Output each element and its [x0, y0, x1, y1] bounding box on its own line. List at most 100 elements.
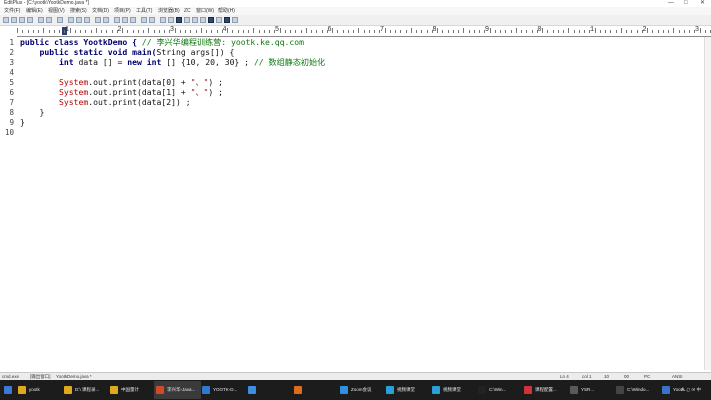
- taskbar-app-button[interactable]: 视频课堂: [430, 381, 477, 399]
- taskbar-app-button[interactable]: C:\Win...: [476, 381, 523, 399]
- browser-icon[interactable]: [208, 17, 214, 23]
- line-number-icon[interactable]: [184, 17, 190, 23]
- ruler-tick: [290, 30, 291, 33]
- open-file-icon[interactable]: [11, 17, 17, 23]
- goto-icon[interactable]: [141, 17, 147, 23]
- ruler-number: 7: [379, 26, 385, 34]
- close-button[interactable]: ✕: [700, 0, 705, 7]
- ruler-tick: [237, 30, 239, 33]
- menu-file[interactable]: 文件(F): [4, 7, 20, 15]
- ruler-tick: [447, 30, 449, 33]
- taskbar-app-button[interactable]: YOOTK-D...: [200, 381, 247, 399]
- ruler-tick: [389, 30, 391, 33]
- taskbar-app-label: 中国量计: [121, 387, 139, 392]
- ruler-tick: [395, 30, 396, 33]
- taskbar-app-button[interactable]: 视频课堂: [384, 381, 431, 399]
- ruler-tick: [452, 30, 454, 33]
- taskbar-app-button[interactable]: Yootk...: [660, 381, 707, 399]
- ruler-tick: [374, 30, 375, 33]
- ruler-number: 9: [484, 26, 490, 34]
- title-bar: EditPlus - [C:\yootk\YootkDemo.java *] —…: [0, 0, 711, 7]
- cut-icon[interactable]: [68, 17, 74, 23]
- menu-zc[interactable]: ZC: [184, 7, 191, 15]
- start-button[interactable]: [2, 381, 12, 399]
- ruler-toggle-icon[interactable]: [176, 17, 182, 23]
- save-all-icon[interactable]: [27, 17, 33, 23]
- menu-view[interactable]: 视图(V): [48, 7, 65, 15]
- taskbar-app-button[interactable]: yootk: [16, 381, 63, 399]
- paste-icon[interactable]: [84, 17, 90, 23]
- find-icon[interactable]: [114, 17, 120, 23]
- maximize-button[interactable]: □: [684, 0, 688, 7]
- ruler-tick: [363, 30, 365, 33]
- taskbar-app-button[interactable]: Zoom会议: [338, 381, 385, 399]
- ruler-tick: [557, 30, 559, 33]
- ruler-tick: [568, 28, 570, 33]
- taskbar-app-button[interactable]: 中国量计: [108, 381, 155, 399]
- help-icon[interactable]: [232, 17, 238, 23]
- word-wrap-icon[interactable]: [168, 17, 174, 23]
- zoom-icon[interactable]: [216, 17, 222, 23]
- menu-tools[interactable]: 工具(T): [136, 7, 152, 15]
- column-select-icon[interactable]: [224, 17, 230, 23]
- find-in-files-icon[interactable]: [130, 17, 136, 23]
- replace-icon[interactable]: [122, 17, 128, 23]
- taskbar-app-button[interactable]: YSR...: [568, 381, 615, 399]
- taskbar-app-button[interactable]: 课程配置...: [522, 381, 569, 399]
- menu-bar: 文件(F) 编辑(E) 视图(V) 搜索(S) 文档(D) 项目(P) 工具(T…: [0, 7, 711, 15]
- ruler-tick: [174, 28, 176, 33]
- ruler-tick: [668, 30, 669, 33]
- ruler-tick: [515, 28, 517, 33]
- taskbar-app-label: YSR...: [581, 387, 595, 392]
- ruler-tick: [332, 28, 333, 33]
- ruler-tick: [426, 30, 428, 33]
- taskbar-app-button[interactable]: C:\Windo...: [614, 381, 661, 399]
- ruler-tick: [662, 30, 664, 33]
- save-icon[interactable]: [19, 17, 25, 23]
- windows-icon: [4, 385, 12, 394]
- ruler-tick: [620, 28, 622, 33]
- menu-browser[interactable]: 浏览器(B): [158, 7, 180, 15]
- ruler-tick: [421, 30, 423, 33]
- code-token: "、": [190, 77, 209, 87]
- ruler-tick: [263, 30, 265, 33]
- redo-icon[interactable]: [103, 17, 109, 23]
- minimize-button[interactable]: —: [668, 0, 674, 7]
- vertical-scrollbar[interactable]: [704, 37, 711, 370]
- menu-window[interactable]: 窗口(W): [196, 7, 214, 15]
- taskbar-app-button[interactable]: 李兴华-Java...: [154, 381, 201, 399]
- ruler-tick: [17, 28, 18, 33]
- taskbar-app-button[interactable]: D:\ 课程录...: [62, 381, 109, 399]
- indent-guide-icon[interactable]: [200, 17, 206, 23]
- code-token: .out.print(data[0] +: [88, 77, 191, 87]
- code-token: System: [20, 77, 89, 87]
- menu-project[interactable]: 项目(P): [114, 7, 131, 15]
- taskbar-app-button[interactable]: [246, 381, 293, 399]
- ruler-tick: [59, 30, 60, 33]
- code-token: .out.print(data[2]) ;: [88, 97, 191, 107]
- ruler-tick: [652, 30, 654, 33]
- font-icon[interactable]: [160, 17, 166, 23]
- copy-icon[interactable]: [76, 17, 82, 23]
- print-icon[interactable]: [38, 17, 44, 23]
- ruler-tick: [500, 30, 501, 33]
- toolbar: [0, 15, 711, 26]
- ruler-tick: [242, 30, 244, 33]
- ruler-tick: [573, 30, 575, 33]
- menu-help[interactable]: 帮助(H): [218, 7, 235, 15]
- ruler-tick: [300, 30, 302, 33]
- ruler-tick: [416, 30, 417, 33]
- menu-document[interactable]: 文档(D): [92, 7, 109, 15]
- line-number: 2: [9, 48, 14, 57]
- spell-check-icon[interactable]: [57, 17, 63, 23]
- menu-search[interactable]: 搜索(S): [70, 7, 87, 15]
- ruler-tick: [368, 30, 370, 33]
- bookmark-icon[interactable]: [149, 17, 155, 23]
- whitespace-icon[interactable]: [192, 17, 198, 23]
- new-file-icon[interactable]: [3, 17, 9, 23]
- menu-edit[interactable]: 编辑(E): [26, 7, 43, 15]
- preview-icon[interactable]: [46, 17, 52, 23]
- taskbar-app-button[interactable]: [292, 381, 339, 399]
- undo-icon[interactable]: [95, 17, 101, 23]
- taskbar-app-label: Zoom会议: [351, 387, 372, 392]
